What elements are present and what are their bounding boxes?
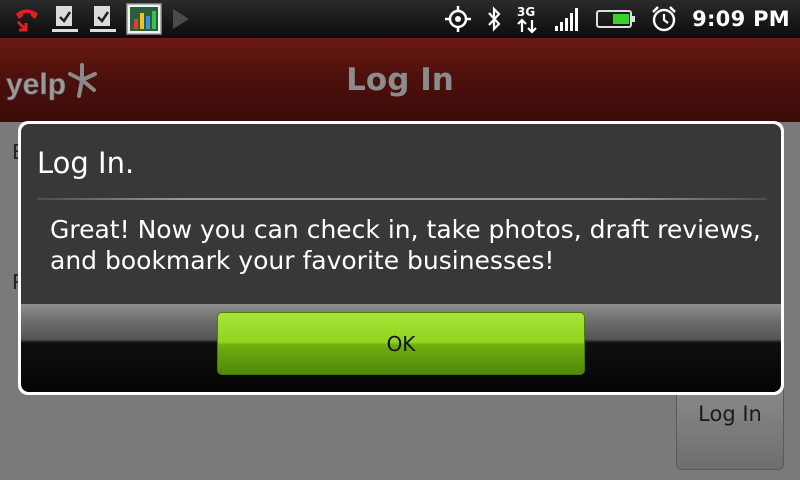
alarm-icon (650, 0, 678, 38)
page-title: Log In (346, 62, 454, 98)
status-clock: 9:09 PM (692, 7, 790, 31)
signal-icon (554, 0, 582, 38)
status-bar: 3G 9:09 PM (0, 0, 800, 38)
dialog-button-bar: OK (21, 304, 781, 392)
notification-icons (0, 0, 192, 38)
system-icons: 3G 9:09 PM (444, 0, 790, 38)
bluetooth-icon (486, 0, 502, 38)
dialog-body: Log In. Great! Now you can check in, tak… (21, 124, 781, 392)
login-dialog: Log In. Great! Now you can check in, tak… (18, 121, 784, 395)
download-complete-icon[interactable] (88, 0, 118, 38)
login-button[interactable]: Log In (676, 386, 784, 470)
download-complete-icon[interactable] (50, 0, 80, 38)
3g-data-icon: 3G (516, 0, 540, 38)
dialog-divider (37, 198, 767, 200)
battery-icon (596, 0, 636, 38)
ok-button[interactable]: OK (217, 312, 585, 375)
chart-app-icon[interactable] (126, 0, 162, 38)
play-icon[interactable] (170, 0, 192, 38)
dialog-title: Log In. (37, 146, 135, 180)
network-type-label: 3G (517, 5, 535, 19)
dialog-message: Great! Now you can check in, take photos… (50, 215, 761, 275)
app-title-bar: yelp Log In (0, 38, 800, 122)
missed-call-icon[interactable] (12, 0, 42, 38)
gps-icon (444, 0, 472, 38)
